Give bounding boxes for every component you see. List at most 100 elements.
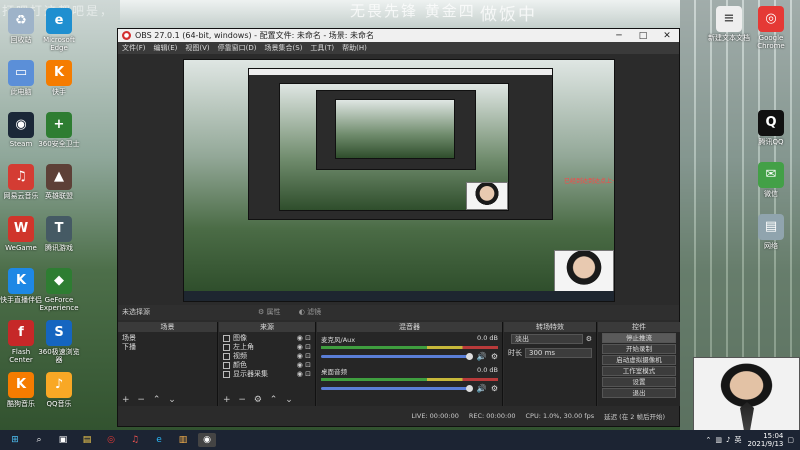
desktop-icon-kugou[interactable]: K 酷狗音乐 [0, 372, 42, 408]
task-view-icon[interactable]: ▣ [54, 433, 72, 447]
menu-scene-collection[interactable]: 场景集合(S) [265, 43, 303, 53]
menu-help[interactable]: 帮助(H) [342, 43, 367, 53]
add-icon[interactable]: + [223, 395, 231, 405]
game-app-icon: ▲ [46, 164, 72, 190]
search-icon[interactable]: ⌕ [30, 433, 48, 447]
eye-icon[interactable]: ◉ ⊡ [297, 352, 311, 361]
desktop-icon-qq-music[interactable]: ♪ QQ音乐 [38, 372, 80, 408]
start-virtual-camera-button[interactable]: 启动虚拟摄像机 [602, 355, 676, 365]
desktop-icon-wegame[interactable]: W WeGame [0, 216, 42, 252]
remove-icon[interactable]: − [238, 395, 246, 405]
stop-streaming-button[interactable]: 停止推流 [602, 333, 676, 343]
desktop-icon-google-chrome[interactable]: ◎ Google Chrome [750, 6, 792, 50]
properties-button[interactable]: ⚙ 属性 [258, 308, 289, 316]
obs-titlebar[interactable]: ● OBS 27.0.1 (64-bit, windows) - 配置文件: 未… [118, 29, 679, 42]
exit-button[interactable]: 退出 [602, 388, 676, 398]
desktop-icon-new-text-doc[interactable]: ≡ 新建文本文档 [708, 6, 750, 42]
chevron-up-icon[interactable]: ⌃ [706, 436, 712, 444]
gear-icon[interactable]: ⚙ [491, 352, 498, 361]
source-tabs: ⚙ 属性 ◐ 滤镜 [258, 305, 337, 320]
add-icon[interactable]: + [122, 395, 130, 405]
recycle-bin-icon: ♻ [8, 8, 34, 34]
desktop-icon-this-pc[interactable]: ▭ 此电脑 [0, 60, 42, 96]
volume-track[interactable] [321, 387, 468, 390]
eye-icon[interactable]: ◉ ⊡ [297, 334, 311, 343]
volume-knob[interactable] [465, 385, 473, 392]
volume-track[interactable] [321, 355, 468, 358]
desktop-icon-wechat[interactable]: ✉ 微信 [750, 162, 792, 198]
desktop-icon-network-folder[interactable]: ▤ 网络 [750, 214, 792, 250]
menu-tools[interactable]: 工具(T) [310, 43, 334, 53]
source-item[interactable]: 视频 ◉ ⊡ [223, 352, 311, 361]
transitions-header: 转场特效 [504, 322, 596, 332]
windows-start-icon[interactable]: ⊞ [6, 433, 24, 447]
start-recording-button[interactable]: 开始录制 [602, 344, 676, 354]
menu-file[interactable]: 文件(F) [122, 43, 146, 53]
menu-view[interactable]: 视图(V) [185, 43, 209, 53]
obs-taskbar-icon[interactable]: ◉ [198, 433, 216, 447]
ime-indicator[interactable]: 英 [734, 435, 741, 445]
nested-preview [279, 83, 509, 211]
edge-icon[interactable]: e [150, 433, 168, 447]
menu-edit[interactable]: 编辑(E) [154, 43, 178, 53]
source-item[interactable]: 颜色 ◉ ⊡ [223, 361, 311, 370]
gear-icon[interactable]: ⚙ [254, 395, 262, 405]
chrome-icon[interactable]: ◎ [102, 433, 120, 447]
speaker-icon[interactable]: 🔊 [477, 352, 487, 361]
move-down-icon[interactable]: ⌄ [285, 395, 293, 405]
network-icon[interactable]: ▥ [715, 436, 722, 444]
desktop-icon-recycle-bin[interactable]: ♻ 回收站 [0, 8, 42, 44]
move-up-icon[interactable]: ⌃ [270, 395, 278, 405]
desktop-icon-360-safe[interactable]: +360安全卫士 [38, 112, 80, 148]
desktop-icon-kuaishou-app[interactable]: K 快手 [38, 60, 80, 96]
netease-icon[interactable]: ♫ [126, 433, 144, 447]
obs-preview-canvas[interactable]: 已经到达到达点上一点进入直播 [183, 59, 615, 302]
file-explorer-icon[interactable]: ▤ [78, 433, 96, 447]
source-item[interactable]: 显示器采集 ◉ ⊡ [223, 370, 311, 379]
eye-icon[interactable]: ◉ ⊡ [297, 343, 311, 352]
maximize-icon[interactable]: □ [631, 31, 655, 41]
volume-knob[interactable] [465, 353, 473, 360]
gear-icon[interactable]: ⚙ [491, 384, 498, 393]
duration-input[interactable]: 300 ms [525, 348, 592, 358]
speaker-icon[interactable]: 🔊 [477, 384, 487, 393]
desktop-icon-flash[interactable]: f Flash Center [0, 320, 42, 364]
desktop-icon-edge[interactable]: e Microsoft Edge [38, 8, 80, 52]
gear-icon[interactable]: ⚙ [586, 335, 592, 343]
notification-icon[interactable]: ▢ [787, 436, 794, 444]
minimize-icon[interactable]: ─ [607, 31, 631, 41]
folder-icon[interactable]: ▥ [174, 433, 192, 447]
source-label: 颜色 [233, 361, 247, 369]
move-up-icon[interactable]: ⌃ [153, 395, 161, 405]
desktop-icon-geforce[interactable]: ◆ GeForce Experience [38, 268, 80, 312]
filters-button[interactable]: ◐ 滤镜 [299, 308, 329, 316]
transition-select[interactable]: 淡出 [511, 334, 583, 344]
source-item[interactable]: 图像 ◉ ⊡ [223, 334, 311, 343]
transitions-dock: 转场特效 淡出 ⚙ 时长 300 ms [504, 322, 597, 406]
obs-window[interactable]: ● OBS 27.0.1 (64-bit, windows) - 配置文件: 未… [117, 28, 680, 427]
volume-slider[interactable]: 🔊 ⚙ [321, 384, 498, 393]
desktop-icon-steam[interactable]: ◉ Steam [0, 112, 42, 148]
scene-item[interactable]: 场景 [122, 334, 213, 343]
desktop-icon-tencent-game[interactable]: T 腾讯游戏 [38, 216, 80, 252]
move-down-icon[interactable]: ⌄ [168, 395, 176, 405]
source-item[interactable]: 左上角 ◉ ⊡ [223, 343, 311, 352]
volume-slider[interactable]: 🔊 ⚙ [321, 352, 498, 361]
scene-item[interactable]: 下播 [122, 343, 213, 352]
settings-button[interactable]: 设置 [602, 377, 676, 387]
desktop-icon-game-app[interactable]: ▲ 英雄联盟 [38, 164, 80, 200]
eye-icon[interactable]: ◉ ⊡ [297, 370, 311, 379]
desktop-icon-netease-cloud-music[interactable]: ♫ 网易云音乐 [0, 164, 42, 200]
menu-docks[interactable]: 停靠窗口(D) [218, 43, 257, 53]
desktop-icon-browser-360[interactable]: S 360极速浏览器 [38, 320, 80, 364]
qq-music-icon: ♪ [46, 372, 72, 398]
close-icon[interactable]: ✕ [655, 31, 679, 41]
remove-icon[interactable]: − [137, 395, 145, 405]
studio-mode-button[interactable]: 工作室模式 [602, 366, 676, 376]
source-label: 图像 [233, 334, 247, 342]
clock[interactable]: 15:04 2021/9/13 [747, 432, 783, 448]
volume-icon[interactable]: ♪ [726, 436, 730, 444]
eye-icon[interactable]: ◉ ⊡ [297, 361, 311, 370]
desktop-icon-kuaishou[interactable]: K 快手直播伴侣 [0, 268, 42, 304]
desktop-icon-tencent-qq[interactable]: Q 腾讯QQ [750, 110, 792, 146]
